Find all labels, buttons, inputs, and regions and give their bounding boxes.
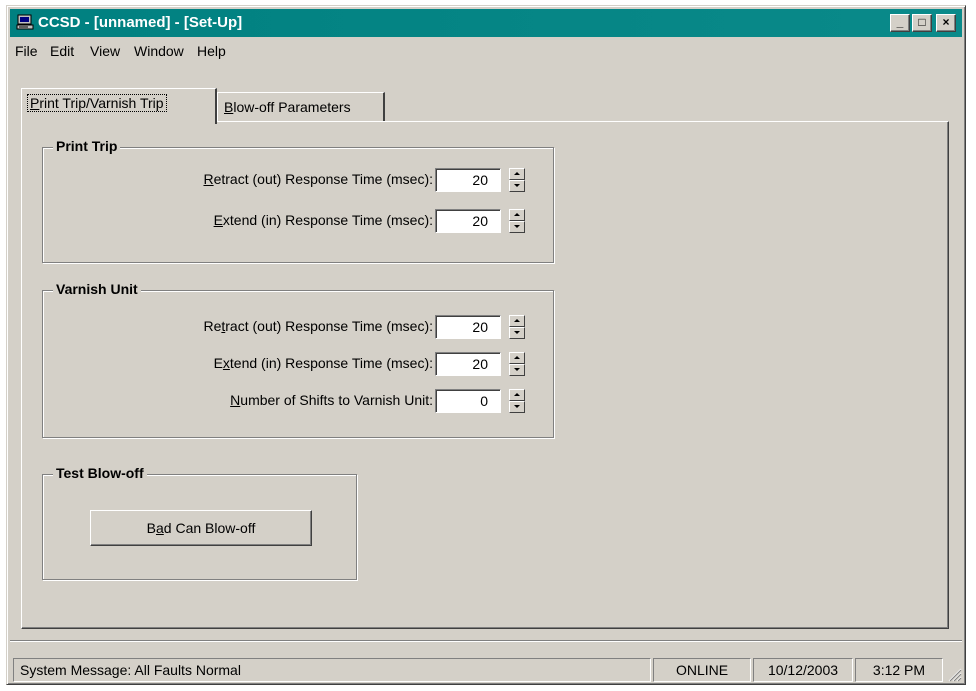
- spin-up-button[interactable]: [509, 352, 525, 364]
- arrow-down-icon: [514, 368, 520, 371]
- menu-edit[interactable]: Edit: [50, 43, 74, 59]
- spin-down-button[interactable]: [509, 221, 525, 233]
- test-blowoff-group: Test Blow-off Bad Can Blow-off: [42, 465, 357, 580]
- arrow-up-icon: [514, 213, 520, 216]
- group-title: Test Blow-off: [53, 465, 147, 481]
- tab-label: Blow-off Parameters: [224, 99, 351, 115]
- print-retract-input[interactable]: 20: [435, 168, 501, 192]
- maximize-icon: □: [918, 15, 926, 29]
- tab-label: Print Trip/Varnish Trip: [27, 94, 167, 112]
- varnish-extend-label: Extend (in) Response Time (msec):: [213, 355, 433, 371]
- arrow-up-icon: [514, 172, 520, 175]
- app-window: CCSD - [unnamed] - [Set-Up] _ □ × File E…: [6, 5, 966, 685]
- spin-down-button[interactable]: [509, 180, 525, 192]
- client-bottom-edge: [10, 640, 962, 642]
- menu-bar: File Edit View Window Help: [10, 39, 962, 63]
- varnish-unit-group: Varnish Unit Retract (out) Response Time…: [42, 281, 554, 438]
- tab-print-trip-varnish-trip[interactable]: Print Trip/Varnish Trip: [21, 88, 217, 124]
- minimize-icon: _: [896, 15, 904, 29]
- spin-down-button[interactable]: [509, 327, 525, 339]
- status-time: 3:12 PM: [855, 658, 943, 682]
- arrow-up-icon: [514, 356, 520, 359]
- status-online: ONLINE: [653, 658, 751, 682]
- window-title: CCSD - [unnamed] - [Set-Up]: [38, 14, 243, 31]
- spin-down-button[interactable]: [509, 364, 525, 376]
- arrow-up-icon: [514, 393, 520, 396]
- status-message: System Message: All Faults Normal: [13, 658, 651, 682]
- varnish-shifts-input[interactable]: 0: [435, 389, 501, 413]
- menu-file[interactable]: File: [15, 43, 38, 59]
- group-title: Varnish Unit: [53, 281, 141, 297]
- title-bar[interactable]: CCSD - [unnamed] - [Set-Up] _ □ ×: [10, 9, 962, 37]
- print-retract-label: Retract (out) Response Time (msec):: [203, 171, 433, 187]
- menu-view[interactable]: View: [90, 43, 120, 59]
- print-extend-input[interactable]: 20: [435, 209, 501, 233]
- close-icon: ×: [942, 15, 950, 29]
- bad-can-blowoff-button[interactable]: Bad Can Blow-off: [90, 510, 312, 546]
- tab-blow-off-parameters[interactable]: Blow-off Parameters: [217, 92, 385, 122]
- arrow-down-icon: [514, 405, 520, 408]
- varnish-retract-input[interactable]: 20: [435, 315, 501, 339]
- varnish-retract-label: Retract (out) Response Time (msec):: [203, 318, 433, 334]
- print-trip-group: Print Trip Retract (out) Response Time (…: [42, 138, 554, 263]
- group-title: Print Trip: [53, 138, 121, 154]
- spin-up-button[interactable]: [509, 168, 525, 180]
- varnish-shifts-label: Number of Shifts to Varnish Unit:: [230, 392, 433, 408]
- menu-window[interactable]: Window: [134, 43, 184, 59]
- status-bar: System Message: All Faults Normal ONLINE…: [10, 658, 962, 682]
- computer-icon: [16, 14, 34, 30]
- spin-down-button[interactable]: [509, 401, 525, 413]
- varnish-extend-spinner[interactable]: [509, 352, 525, 376]
- resize-grip-icon[interactable]: [946, 666, 962, 682]
- spin-up-button[interactable]: [509, 315, 525, 327]
- arrow-down-icon: [514, 225, 520, 228]
- minimize-button[interactable]: _: [890, 14, 910, 32]
- varnish-shifts-spinner[interactable]: [509, 389, 525, 413]
- spin-up-button[interactable]: [509, 389, 525, 401]
- close-button[interactable]: ×: [936, 14, 956, 32]
- arrow-up-icon: [514, 319, 520, 322]
- print-extend-label: Extend (in) Response Time (msec):: [213, 212, 433, 228]
- arrow-down-icon: [514, 184, 520, 187]
- arrow-down-icon: [514, 331, 520, 334]
- varnish-retract-spinner[interactable]: [509, 315, 525, 339]
- varnish-extend-input[interactable]: 20: [435, 352, 501, 376]
- status-date: 10/12/2003: [753, 658, 853, 682]
- maximize-button[interactable]: □: [912, 14, 932, 32]
- tab-panel: Print Trip Retract (out) Response Time (…: [21, 121, 949, 629]
- print-retract-spinner[interactable]: [509, 168, 525, 192]
- menu-help[interactable]: Help: [197, 43, 226, 59]
- spin-up-button[interactable]: [509, 209, 525, 221]
- print-extend-spinner[interactable]: [509, 209, 525, 233]
